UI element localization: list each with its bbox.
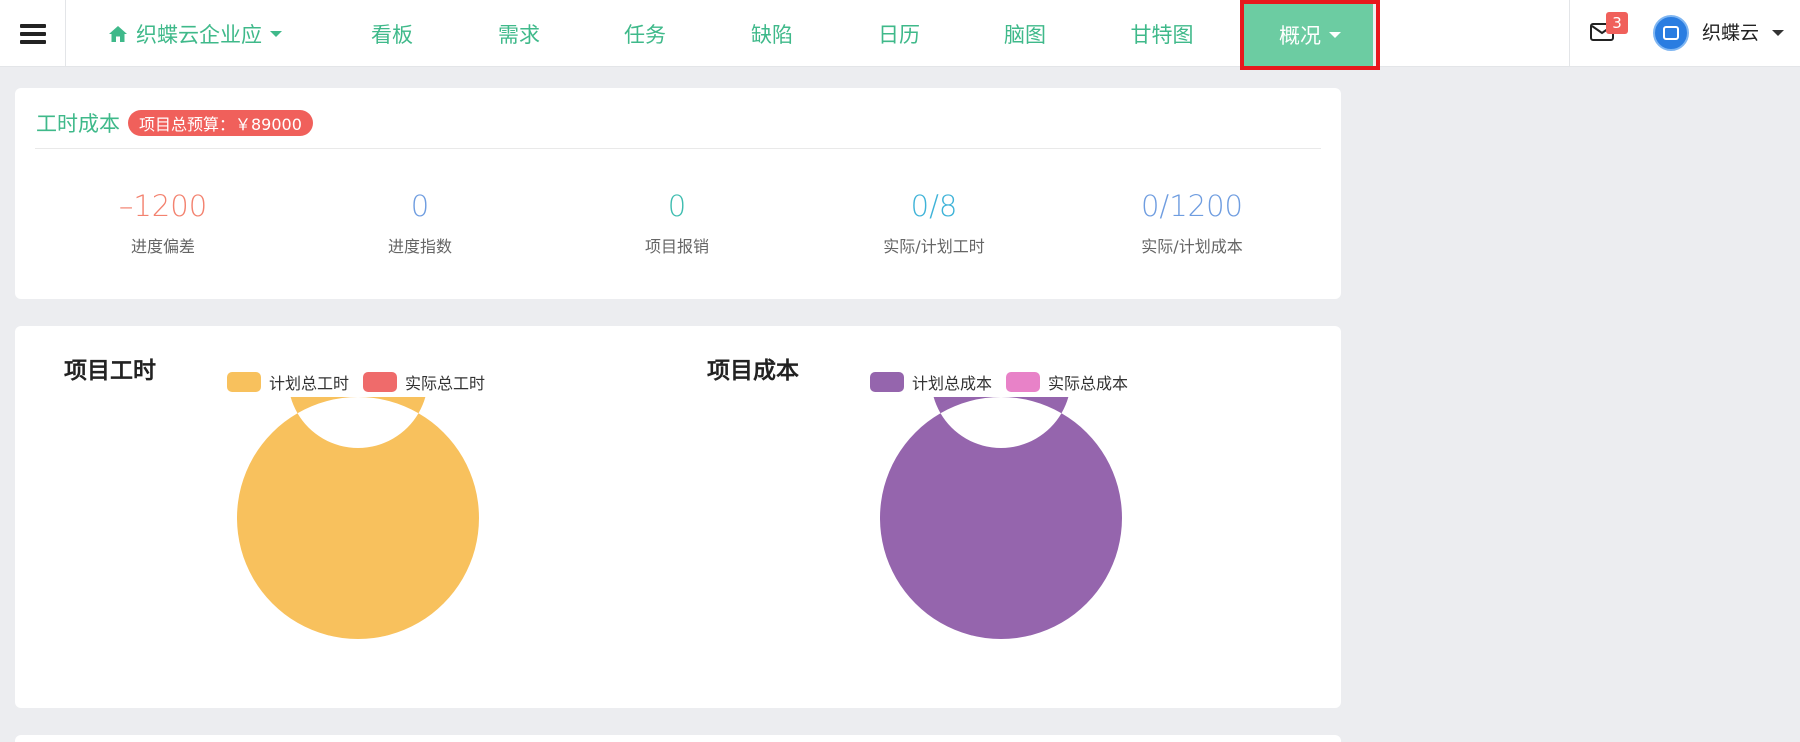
legend-item[interactable]: 实际总成本 [1006,370,1128,394]
nav-tab-mindmap[interactable]: 脑图 [985,0,1065,67]
nav-tab-requirements[interactable]: 需求 [479,0,559,67]
nav-tab-tasks[interactable]: 任务 [605,0,685,67]
cost-summary-card: 工时成本 项目总预算：￥89000 –1200 进度偏差 0 进度指数 0 项目… [15,88,1341,299]
legend-item[interactable]: 实际总工时 [363,370,485,394]
legend-label: 计划总成本 [912,374,993,393]
legend-swatch [1006,372,1041,392]
nav-tab-defects[interactable]: 缺陷 [732,0,812,67]
nav-tab-overview-label: 概况 [1279,24,1321,48]
cost-chart-legend: 计划总成本 实际总成本 [870,370,1142,394]
metric-reimbursement: 0 项目报销 [557,189,797,257]
legend-swatch [227,372,261,392]
legend-label: 实际总成本 [1048,374,1129,393]
logo-icon [1663,26,1679,40]
nav-tab-board[interactable]: 看板 [352,0,432,67]
metric-schedule-variance: –1200 进度偏差 [43,189,283,257]
metric-value: 0 [667,189,687,223]
metric-value: –1200 [118,189,208,223]
donut-slice-计划总成本[interactable] [880,397,1122,639]
next-card [15,735,1341,742]
avatar[interactable] [1653,15,1689,51]
home-icon [109,25,127,42]
project-name: 织蝶云企业应 [136,22,262,47]
metric-value: 0/8 [910,189,958,223]
legend-label: 计划总工时 [269,374,350,393]
metric-label: 实际/计划工时 [883,237,985,256]
legend-label: 实际总工时 [405,374,486,393]
hamburger-icon [19,23,46,44]
hours-donut-chart [237,397,479,639]
metric-label: 进度指数 [387,237,452,256]
cost-panel-title: 工时成本 [36,112,120,136]
metric-label: 实际/计划成本 [1141,237,1243,256]
cost-donut-chart [880,397,1122,639]
user-name[interactable]: 织蝶云 [1702,0,1759,63]
cost-chart-title: 项目成本 [707,358,799,384]
hamburger-menu-button[interactable] [0,0,66,67]
project-switcher-dropdown[interactable]: 织蝶云企业应 [100,0,290,67]
nav-tab-gantt[interactable]: 甘特图 [1112,0,1212,67]
hours-chart-title: 项目工时 [64,358,156,384]
legend-item[interactable]: 计划总工时 [227,370,349,394]
legend-swatch [363,372,398,392]
chevron-down-icon [1329,32,1341,38]
metric-cost: 0/1200 实际/计划成本 [1072,189,1312,257]
divider [35,148,1321,149]
hours-chart-legend: 计划总工时 实际总工时 [227,370,499,394]
metric-value: 0 [410,189,430,223]
budget-badge: 项目总预算：￥89000 [128,110,313,136]
metric-label: 项目报销 [644,237,709,256]
metric-value: 0/1200 [1140,189,1244,223]
metric-schedule-index: 0 进度指数 [300,189,540,257]
metric-hours: 0/8 实际/计划工时 [814,189,1054,257]
donut-slice-计划总工时[interactable] [237,397,479,639]
legend-item[interactable]: 计划总成本 [870,370,992,394]
legend-swatch [870,372,904,392]
metric-label: 进度偏差 [130,237,195,256]
nav-tab-overview[interactable]: 概况 [1240,0,1380,70]
user-menu-chevron-icon[interactable] [1772,30,1784,36]
chevron-down-icon [270,30,282,37]
top-navbar: 织蝶云企业应 看板 需求 任务 缺陷 日历 脑图 甘特图 概况 3 织蝶云 [0,0,1800,70]
charts-card: 项目工时 计划总工时 实际总工时 项目成本 计划总成本 实际总成本 [15,326,1341,708]
notification-badge: 3 [1606,12,1628,34]
nav-tab-calendar[interactable]: 日历 [859,0,939,67]
